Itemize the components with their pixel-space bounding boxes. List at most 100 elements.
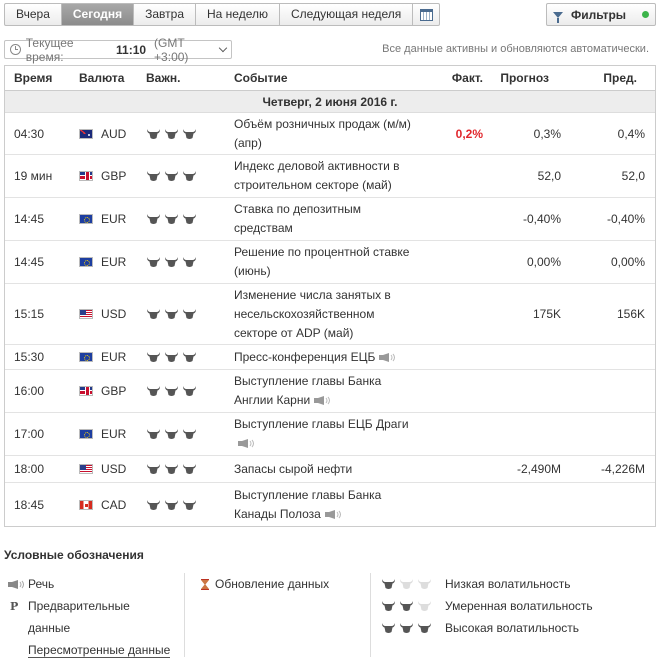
event-title[interactable]: Выступление главы ЕЦБ Драги [234,417,409,431]
bull-icon [164,428,179,440]
event-name[interactable]: Индекс деловой активности в строительном… [224,157,420,195]
bull-icon [182,428,197,440]
tab-tomorrow[interactable]: Завтра [134,4,196,25]
table-row[interactable]: 04:30 AUD Объём розничных продаж (м/м) (ап… [5,113,655,155]
event-title[interactable]: Индекс деловой активности в строительном… [234,159,400,192]
legend-title: Условные обозначения [4,548,144,562]
bull-icon [182,308,197,320]
event-title[interactable]: Выступление главы Банка Англии Карни [234,374,381,407]
table-row[interactable]: 16:00 GBP Выступление главы Банка Англии К… [5,370,655,413]
event-importance [138,351,224,363]
filters-button[interactable]: Фильтры [546,3,656,26]
bull-icon [182,213,197,225]
tab-yesterday[interactable]: Вчера [5,4,62,25]
event-name[interactable]: Объём розничных продаж (м/м) (апр) [224,115,420,153]
bull-icon [164,308,179,320]
event-time: 15:30 [14,350,45,364]
speaker-icon [234,436,256,450]
speaker-icon [321,507,343,521]
filter-status-dot [642,11,649,18]
event-title[interactable]: Объём розничных продаж (м/м) (апр) [234,117,411,150]
event-time: 16:00 [14,384,45,398]
event-forecast: -2,490M [516,462,561,476]
table-row[interactable]: 14:45 EUR Решение по процентной ставке (ию… [5,241,655,284]
event-name[interactable]: Запасы сырой нефти [224,460,420,479]
legend-column-update: Обновление данных [184,573,370,657]
event-previous: 52,0 [621,169,645,183]
bull-icon [146,256,161,268]
event-importance [138,213,224,225]
table-row[interactable]: 15:30 EUR Пресс-конференция ЕЦБ [5,345,655,370]
event-previous: 156K [616,307,645,321]
currency-code: GBP [101,169,127,183]
timezone-selector[interactable]: Текущее время: 11:10 (GMT +3:00) [4,36,232,64]
event-forecast: 52,0 [537,169,561,183]
medium-volatility-bulls [381,600,445,612]
flag-eu-icon [79,429,93,439]
tab-next-week[interactable]: Следующая неделя [280,4,414,25]
event-time: 04:30 [14,126,45,141]
event-name[interactable]: Выступление главы ЕЦБ Драги [224,415,420,453]
event-name[interactable]: Изменение числа занятых в несельскохозяй… [224,286,420,343]
calendar-picker-button[interactable] [413,4,439,25]
table-row[interactable]: 18:45 CAD Выступление главы Банка Канады П… [5,483,655,526]
event-importance [138,256,224,268]
bull-icon [146,170,161,182]
bull-icon [146,499,161,511]
bull-icon [146,213,161,225]
bull-icon [146,385,161,397]
event-time: 15:15 [14,307,45,321]
bull-icon [399,622,414,634]
table-row[interactable]: 14:45 EUR Ставка по депозитным средствам -0… [5,198,655,241]
event-currency: GBP [70,384,138,398]
currency-code: EUR [101,212,127,226]
table-row[interactable]: 18:00 USD Запасы сырой нефти -2,490M -4,226M [5,456,655,483]
event-importance [138,170,224,182]
event-name[interactable]: Решение по процентной ставке (июнь) [224,243,420,281]
currency-code: GBP [101,384,127,398]
event-title[interactable]: Пресс-конференция ЕЦБ [234,350,375,364]
legend-low: Низкая волатильность [445,577,571,591]
bull-icon [182,463,197,475]
flag-eu-icon [79,352,93,362]
event-name[interactable]: Пресс-конференция ЕЦБ [224,348,420,367]
event-importance [138,385,224,397]
flag-au-icon [79,128,93,139]
event-currency: CAD [70,498,138,512]
table-row[interactable]: 19 мин GBP Индекс деловой активности в стр… [5,155,655,198]
legend-preliminary-2: данные [28,621,71,635]
current-time-label: Текущее время: [25,35,74,64]
event-time: 14:45 [14,212,45,226]
event-time: 14:45 [14,255,45,269]
flag-eu-icon [79,257,93,267]
event-name[interactable]: Выступление главы Банка Англии Карни [224,372,420,410]
table-row[interactable]: 15:15 USD Изменение числа занятых в несель… [5,284,655,345]
table-row[interactable]: 17:00 EUR Выступление главы ЕЦБ Драги [5,413,655,456]
flag-gb-icon [79,386,93,396]
chevron-down-icon [218,43,228,52]
event-name[interactable]: Выступление главы Банка Канады Полоза [224,486,420,524]
event-title[interactable]: Выступление главы Банка Канады Полоза [234,488,381,521]
legend-medium: Умеренная волатильность [445,599,593,613]
bull-icon [164,213,179,225]
tab-this-week[interactable]: На неделю [196,4,280,25]
event-importance [138,428,224,440]
funnel-icon [553,11,563,23]
event-time: 17:00 [14,427,45,441]
event-importance [138,128,224,140]
tab-today[interactable]: Сегодня [61,4,135,25]
calendar-icon [419,8,433,21]
bull-icon [182,170,197,182]
event-title[interactable]: Ставка по депозитным средствам [234,202,361,235]
event-currency: EUR [70,255,138,269]
actual-value: 0,2% [455,126,483,141]
event-currency: EUR [70,212,138,226]
event-title[interactable]: Решение по процентной ставке (июнь) [234,245,409,278]
bull-icon [381,578,396,590]
bull-icon [146,128,161,140]
event-title[interactable]: Запасы сырой нефти [234,462,352,476]
event-title[interactable]: Изменение числа занятых в несельскохозяй… [234,288,391,340]
event-currency: USD [70,307,138,321]
event-name[interactable]: Ставка по депозитным средствам [224,200,420,238]
legend-speech: Речь [28,577,55,591]
